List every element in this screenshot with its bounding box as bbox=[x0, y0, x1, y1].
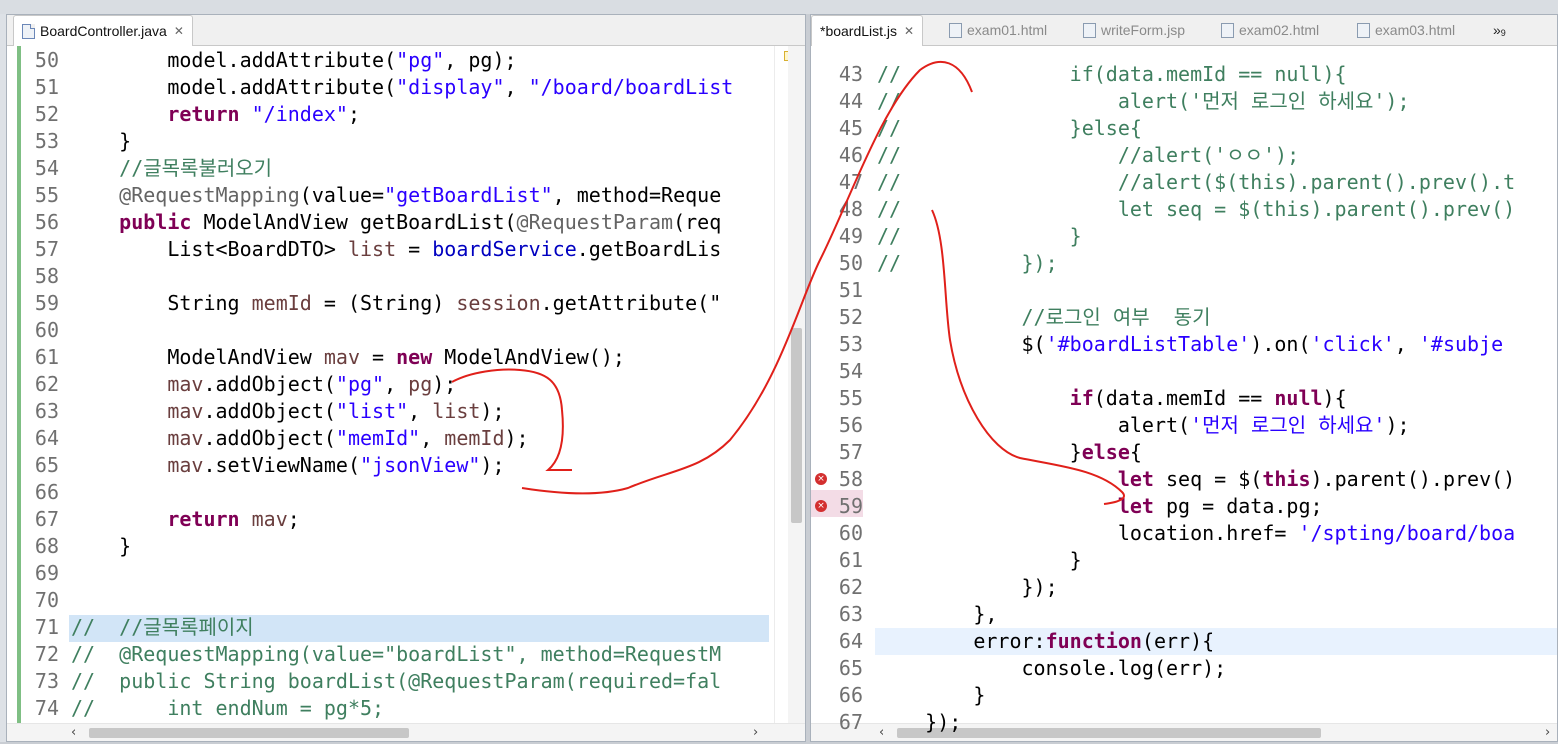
annotation-bracket-left bbox=[451, 368, 572, 471]
annotation-arrow-to-line-59 bbox=[931, 209, 1125, 505]
annotation-arrow-to-js-top bbox=[521, 60, 973, 495]
red-annotation-overlay bbox=[451, 60, 1125, 505]
